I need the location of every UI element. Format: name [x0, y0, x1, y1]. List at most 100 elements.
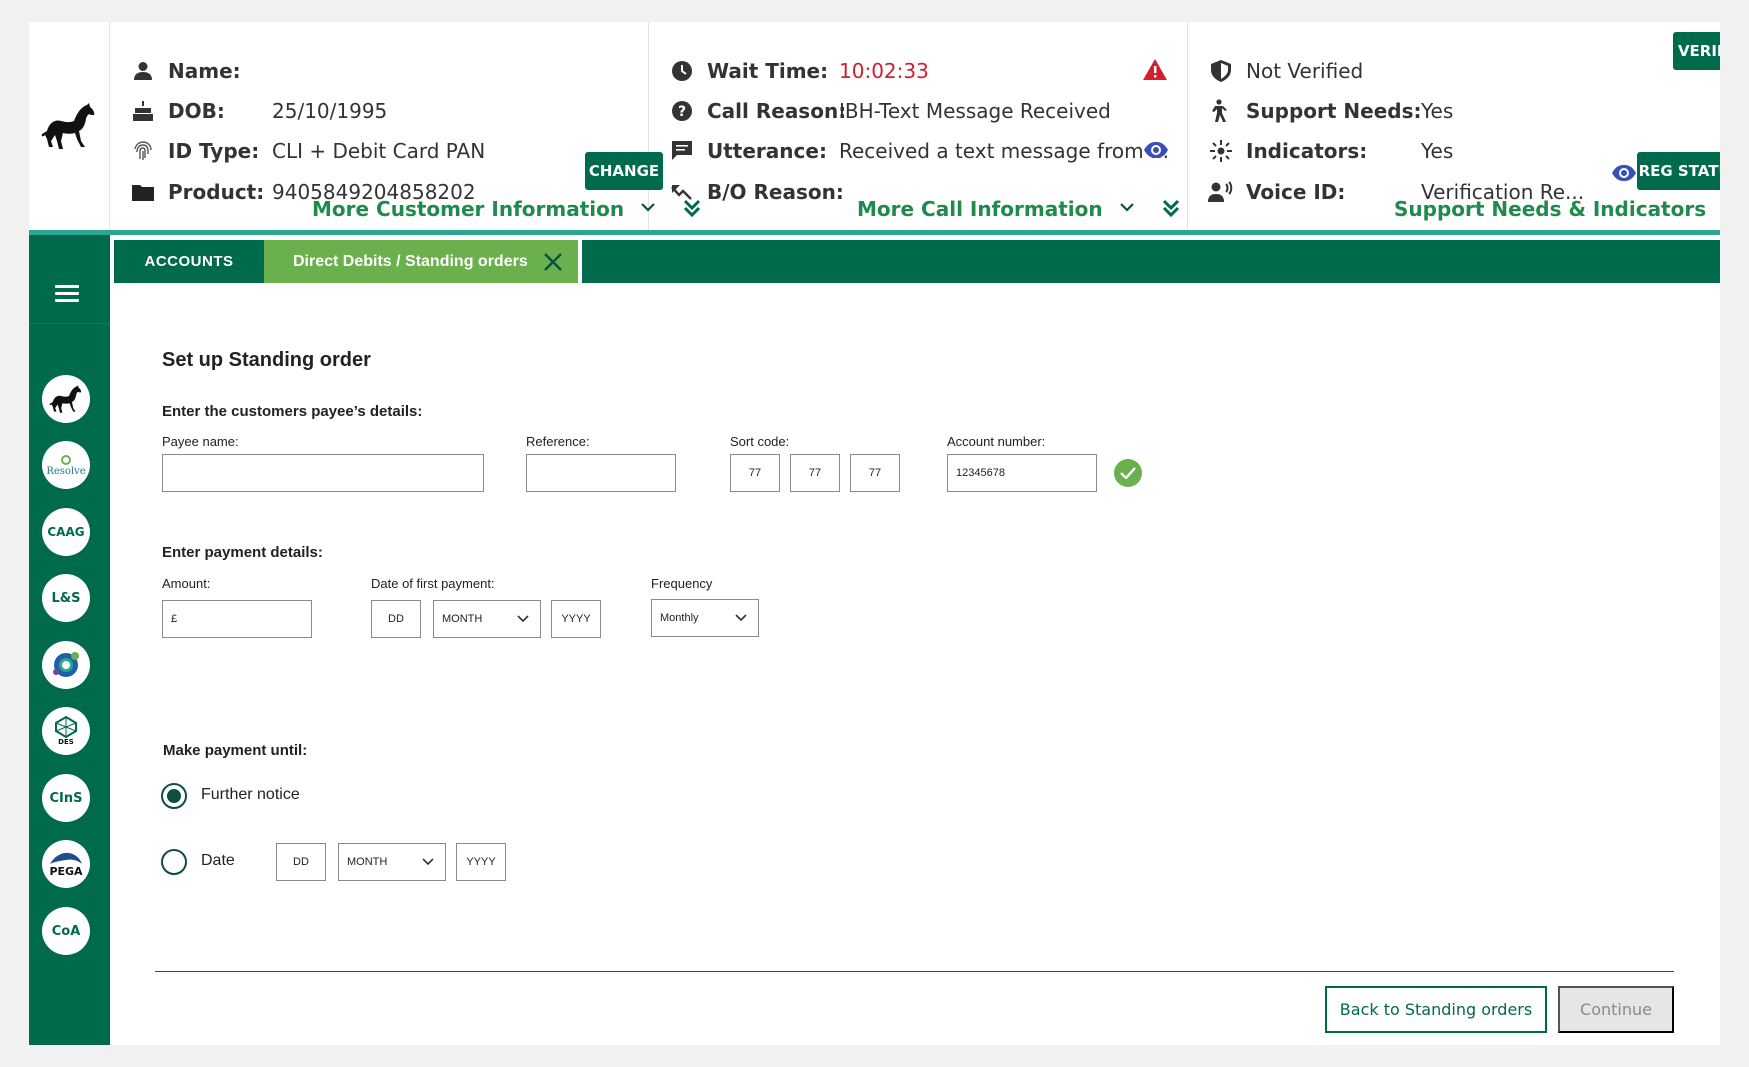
ls-icon[interactable]: L&S: [42, 574, 90, 622]
svg-text:?: ?: [678, 104, 686, 120]
standing-order-form: Set up Standing order Enter the customer…: [114, 283, 1720, 1045]
dob-value: 25/10/1995: [272, 99, 388, 123]
shield-icon: [1208, 58, 1234, 84]
utterance-row: Utterance: Received a text message from …: [669, 131, 1169, 171]
reason-row: ? Call Reason: IBH-Text Message Received: [669, 91, 1111, 131]
more-call-info-link[interactable]: More Call Information: [857, 197, 1183, 221]
support-row: Support Needs: Yes: [1208, 91, 1453, 131]
checkmark-icon: [1114, 459, 1142, 487]
account-number-label: Account number:: [947, 434, 1046, 449]
date-radio[interactable]: [161, 849, 187, 875]
until-day-input[interactable]: DD: [276, 843, 326, 881]
caag-icon[interactable]: CAAG: [42, 508, 90, 556]
tab-accounts[interactable]: ACCOUNTS: [114, 240, 264, 283]
voice-label: Voice ID:: [1246, 180, 1346, 204]
first-payment-month-select[interactable]: MONTH: [433, 600, 541, 638]
amount-input[interactable]: £: [162, 600, 312, 638]
sort-code-1-input[interactable]: 77: [730, 454, 780, 492]
cins-icon[interactable]: CInS: [42, 774, 90, 822]
more-customer-info-label: More Customer Information: [312, 197, 625, 221]
product-row: Product: 9405849204858202: [130, 172, 476, 212]
tab-direct-debits[interactable]: Direct Debits / Standing orders: [264, 240, 578, 283]
verify-status-row: Not Verified: [1208, 51, 1363, 91]
folder-icon: [130, 179, 156, 205]
trend-arrow-icon: [669, 179, 695, 205]
call-reason-label: Call Reason:: [707, 99, 847, 123]
close-icon[interactable]: [542, 251, 564, 273]
frequency-label: Frequency: [651, 576, 713, 591]
customer-header: Name: DOB: 25/10/1995 ID Type: CLI + Deb…: [29, 22, 1720, 230]
resolve-icon[interactable]: Resolve: [42, 441, 90, 489]
utterance-value: Received a text message from ...: [839, 139, 1170, 163]
first-payment-year-input[interactable]: YYYY: [551, 600, 601, 638]
tab-bar: ACCOUNTS Direct Debits / Standing orders: [114, 240, 1720, 283]
double-chevron-down-icon[interactable]: [1161, 198, 1183, 220]
dob-row: DOB: 25/10/1995: [130, 91, 387, 131]
call-reason-value: IBH-Text Message Received: [839, 99, 1111, 123]
wait-label: Wait Time:: [707, 59, 829, 83]
chevron-down-icon: [1119, 202, 1139, 216]
wait-value: 10:02:33: [839, 59, 929, 83]
eye-icon[interactable]: [1611, 164, 1637, 182]
first-payment-day-input[interactable]: DD: [371, 600, 421, 638]
verify-button[interactable]: VERIFY: [1673, 32, 1720, 70]
call-panel: Wait Time: 10:02:33 ? Call Reason: IBH-T…: [649, 22, 1188, 230]
until-year-input[interactable]: YYYY: [456, 843, 506, 881]
des-icon[interactable]: DES: [42, 707, 90, 755]
voice-row: Voice ID: Verification Re...: [1208, 172, 1584, 212]
sparkle-icon: [1208, 138, 1234, 164]
coa-icon[interactable]: CoA: [42, 907, 90, 955]
fingerprint-icon: [130, 138, 156, 164]
footer-divider: [155, 971, 1674, 972]
tab-separator: [578, 240, 582, 283]
pega-icon[interactable]: PEGA: [42, 840, 90, 888]
customer-panel: Name: DOB: 25/10/1995 ID Type: CLI + Deb…: [110, 22, 701, 230]
name-row: Name:: [130, 51, 241, 91]
chevron-down-icon: [517, 615, 529, 623]
bo-label: B/O Reason:: [707, 180, 844, 204]
payee-section-heading: Enter the customers payee’s details:: [162, 403, 423, 420]
frequency-select[interactable]: Monthly: [651, 599, 759, 637]
reference-input[interactable]: [526, 454, 676, 492]
indicators-label: Indicators:: [1246, 139, 1368, 163]
until-month-select[interactable]: MONTH: [338, 843, 446, 881]
utterance-label: Utterance:: [707, 139, 827, 163]
first-payment-label: Date of first payment:: [371, 576, 495, 591]
sort-code-2-input[interactable]: 77: [790, 454, 840, 492]
reference-label: Reference:: [526, 434, 590, 449]
bo-row: B/O Reason:: [669, 172, 844, 212]
further-notice-radio[interactable]: [161, 783, 187, 809]
support-needs-link[interactable]: Support Needs & Indicators: [1394, 197, 1720, 221]
verification-panel: Not Verified VERIFY Support Needs: Yes I…: [1188, 22, 1720, 230]
more-customer-info-link[interactable]: More Customer Information: [312, 197, 704, 221]
help-icon: ?: [669, 98, 695, 124]
idtype-label: ID Type:: [168, 139, 260, 163]
eye-icon[interactable]: [1143, 141, 1169, 159]
network-icon[interactable]: [42, 641, 90, 689]
hamburger-menu-icon[interactable]: [55, 285, 79, 303]
back-to-standing-orders-button[interactable]: Back to Standing orders: [1325, 986, 1547, 1033]
brand-logo: [29, 22, 110, 230]
date-label: Date: [201, 852, 235, 869]
continue-button[interactable]: Continue: [1558, 986, 1674, 1033]
sort-code-3-input[interactable]: 77: [850, 454, 900, 492]
first-payment-month-value: MONTH: [442, 613, 483, 625]
reg-status-button[interactable]: REG STATUS: [1637, 152, 1720, 190]
account-number-input[interactable]: 12345678: [947, 454, 1097, 492]
idtype-row: ID Type: CLI + Debit Card PAN: [130, 131, 485, 171]
horse-icon[interactable]: [42, 375, 90, 423]
warning-icon: [1143, 59, 1167, 80]
tab-direct-debits-label: Direct Debits / Standing orders: [293, 252, 528, 270]
chevron-down-icon: [735, 614, 747, 622]
payee-name-input[interactable]: [162, 454, 484, 492]
support-label: Support Needs:: [1246, 99, 1422, 123]
page-title: Set up Standing order: [162, 349, 371, 371]
indicators-value: Yes: [1421, 139, 1454, 163]
chevron-down-icon: [422, 858, 434, 866]
wait-row: Wait Time: 10:02:33: [669, 51, 929, 91]
cake-icon: [130, 98, 156, 124]
message-icon: [669, 138, 695, 164]
payment-section-heading: Enter payment details:: [162, 544, 323, 561]
amount-label: Amount:: [162, 576, 211, 591]
more-call-info-label: More Call Information: [857, 197, 1103, 221]
